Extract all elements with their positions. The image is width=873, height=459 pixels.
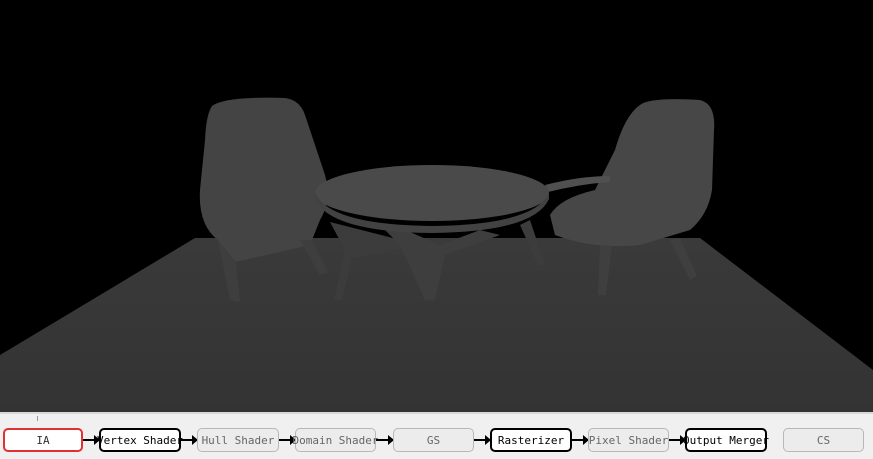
pipeline-arrow-5 [474, 435, 491, 445]
pipeline-arrow-2 [181, 435, 198, 445]
pipeline-stage-bar: IA Vertex Shader Hull Shader Domain Shad… [0, 412, 873, 459]
stage-domain-shader-button[interactable]: Domain Shader [292, 428, 379, 452]
pipeline-arrow-6 [572, 435, 589, 445]
pipeline-arrow-4 [376, 435, 394, 445]
stage-vertex-shader-button[interactable]: Vertex Shader [97, 428, 183, 452]
stage-output-merger-button[interactable]: Output Merger [683, 428, 769, 452]
ruler-tick [37, 416, 38, 421]
stage-gs-button[interactable]: GS [393, 428, 474, 452]
stage-hull-shader-button[interactable]: Hull Shader [197, 428, 279, 452]
stage-pixel-shader-button[interactable]: Pixel Shader [588, 428, 669, 452]
stage-cs-button[interactable]: CS [783, 428, 864, 452]
depth-render-scene [0, 97, 873, 412]
stage-ia-button[interactable]: IA [3, 428, 83, 452]
stage-rasterizer-button[interactable]: Rasterizer [490, 428, 572, 452]
render-viewport [0, 0, 873, 412]
